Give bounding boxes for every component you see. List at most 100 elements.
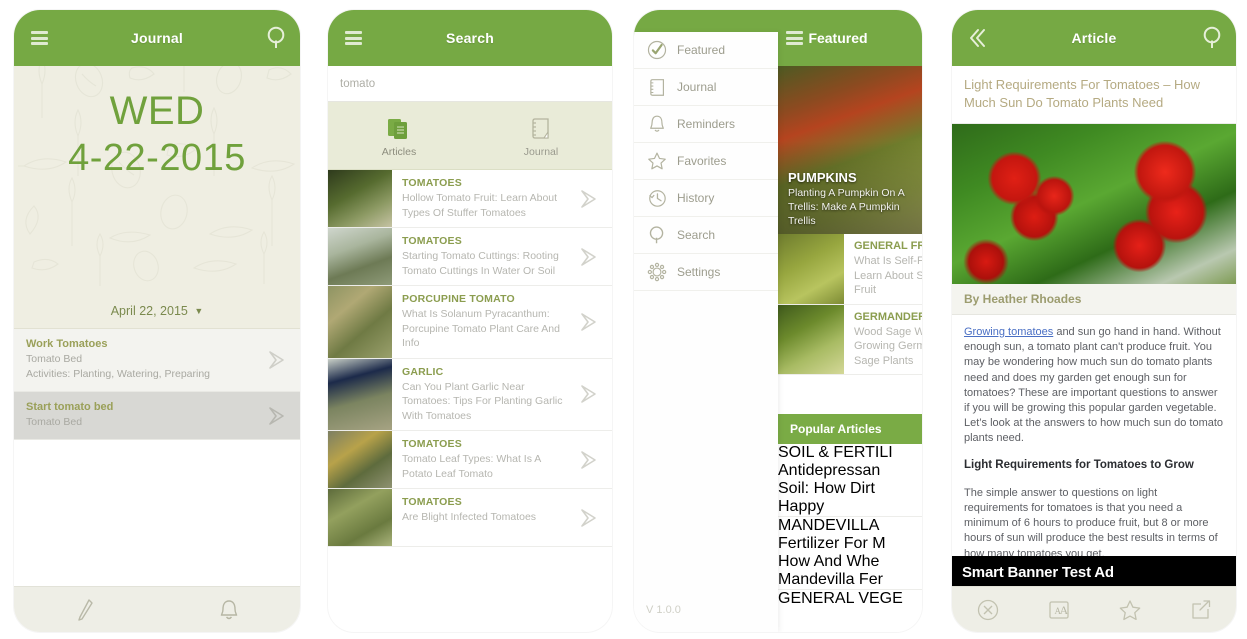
sidebar-item-label: Settings bbox=[677, 265, 721, 279]
reminders-button[interactable] bbox=[214, 595, 244, 625]
close-button[interactable] bbox=[973, 595, 1003, 625]
bell-icon bbox=[650, 115, 664, 132]
list-item[interactable]: GENERAL VEGE bbox=[778, 590, 922, 620]
article-line: Antidepressan bbox=[778, 462, 881, 479]
date-selector-label: April 22, 2015 bbox=[110, 304, 188, 318]
share-button[interactable] bbox=[1186, 595, 1216, 625]
list-item[interactable]: GENERAL FRUIT What Is Self-Fru Learn Abo… bbox=[778, 234, 922, 305]
ad-banner[interactable]: Smart Banner Test Ad bbox=[952, 556, 1236, 586]
sidebar-item-settings[interactable]: Settings bbox=[634, 254, 778, 291]
articles-icon bbox=[388, 118, 407, 139]
sidebar-item-label: History bbox=[677, 191, 715, 205]
article-paragraph: The simple answer to questions on light … bbox=[964, 486, 1218, 560]
app-version: V 1.0.0 bbox=[646, 604, 681, 616]
entry-bed: Tomato Bed bbox=[26, 353, 83, 365]
tab-journal[interactable]: Journal bbox=[470, 102, 612, 169]
sidebar-item-reminders[interactable]: Reminders bbox=[634, 106, 778, 143]
date-selector[interactable]: April 22, 2015 ▼ bbox=[14, 298, 300, 329]
article-screen: Article Light Requirements For Tomatoes … bbox=[952, 10, 1236, 632]
result-thumbnail bbox=[328, 489, 392, 546]
sidebar-item-featured[interactable]: Featured bbox=[634, 32, 778, 69]
article-title: Light Requirements For Tomatoes – How Mu… bbox=[952, 66, 1236, 124]
search-results-list: TOMATOES Hollow Tomato Fruit: Learn Abou… bbox=[328, 170, 612, 547]
list-item[interactable]: GERMANDER Wood Sage W Growing Germ Sage … bbox=[778, 304, 922, 375]
chevron-right-icon bbox=[581, 385, 596, 404]
paragraph-text: and sun go hand in hand. Without enough … bbox=[964, 326, 1224, 445]
article-line: Fruit bbox=[854, 284, 876, 296]
entry-title: Start tomato bed bbox=[26, 401, 114, 413]
day-of-week: WED bbox=[109, 89, 205, 133]
list-item[interactable]: MANDEVILLA Fertilizer For M How And Whe … bbox=[778, 517, 922, 590]
chevron-right-icon bbox=[581, 189, 596, 208]
article-line: Happy bbox=[778, 498, 825, 515]
search-field[interactable] bbox=[328, 66, 612, 102]
search-button[interactable] bbox=[262, 24, 290, 52]
sidebar-item-history[interactable]: History bbox=[634, 180, 778, 217]
list-item[interactable]: TOMATOES Starting Tomato Cuttings: Rooti… bbox=[328, 228, 612, 286]
share-icon bbox=[1191, 599, 1210, 619]
side-drawer: Featured Journal Reminders Favorites His… bbox=[634, 32, 778, 632]
sidebar-item-favorites[interactable]: Favorites bbox=[634, 143, 778, 180]
list-item[interactable]: TOMATOES Hollow Tomato Fruit: Learn Abou… bbox=[328, 170, 612, 228]
favorite-button[interactable] bbox=[1115, 595, 1145, 625]
hero-caption: PUMPKINS Planting A Pumpkin On A Trellis… bbox=[788, 169, 914, 228]
result-category: TOMATOES bbox=[402, 177, 462, 189]
result-thumbnail bbox=[328, 228, 392, 285]
article-paragraph: Growing tomatoes and sun go hand in hand… bbox=[964, 325, 1224, 447]
article-subheading: Light Requirements for Tomatoes to Grow bbox=[964, 458, 1194, 471]
article-line: Learn About Se bbox=[854, 269, 922, 282]
result-title: What Is Solanum Pyracanthum: Porcupine T… bbox=[402, 308, 560, 349]
star-icon bbox=[648, 152, 666, 170]
search-icon bbox=[267, 26, 285, 48]
article-category: GERMANDER bbox=[854, 310, 922, 323]
search-button[interactable] bbox=[1198, 24, 1226, 52]
sidebar-item-label: Search bbox=[677, 228, 716, 242]
article-body: Growing tomatoes and sun go hand in hand… bbox=[952, 315, 1236, 579]
article-category: MANDEVILLA bbox=[778, 517, 880, 534]
sidebar-item-label: Featured bbox=[677, 43, 726, 57]
new-entry-button[interactable] bbox=[71, 595, 101, 625]
list-item[interactable]: Work Tomatoes Tomato Bed Activities: Pla… bbox=[14, 329, 300, 392]
search-icon bbox=[1203, 26, 1221, 48]
result-tabs: Articles Journal bbox=[328, 102, 612, 170]
list-item[interactable]: Start tomato bed Tomato Bed bbox=[14, 392, 300, 440]
menu-drawer-screen: Featured PUMPKINS Planting A Pumpkin On … bbox=[634, 10, 922, 632]
list-item[interactable]: TOMATOES Tomato Leaf Types: What Is A Po… bbox=[328, 431, 612, 489]
article-line: Soil: How Dirt bbox=[778, 480, 875, 497]
inline-link[interactable]: Growing tomatoes bbox=[964, 326, 1053, 338]
chevron-right-icon bbox=[581, 247, 596, 266]
search-input[interactable] bbox=[340, 77, 600, 90]
pencil-icon bbox=[77, 598, 93, 621]
entry-activities: Activities: Planting, Watering, Preparin… bbox=[26, 368, 211, 380]
list-item[interactable]: PORCUPINE TOMATO What Is Solanum Pyracan… bbox=[328, 286, 612, 359]
check-circle-icon bbox=[647, 40, 667, 60]
journal-hero: WED 4-22-2015 bbox=[14, 66, 300, 298]
search-navbar: Search bbox=[328, 10, 612, 66]
hero-date: WED 4-22-2015 bbox=[14, 66, 300, 182]
result-category: TOMATOES bbox=[402, 496, 462, 508]
list-item[interactable]: SOIL & FERTILI Antidepressan Soil: How D… bbox=[778, 444, 922, 517]
result-thumbnail bbox=[328, 358, 392, 430]
date-numeric: 4-22-2015 bbox=[68, 137, 246, 179]
journal-icon bbox=[532, 117, 549, 139]
tab-label: Journal bbox=[523, 145, 559, 158]
list-item[interactable]: TOMATOES Are Blight Infected Tomatoes bbox=[328, 489, 612, 547]
list-item[interactable]: GARLIC Can You Plant Garlic Near Tomatoe… bbox=[328, 358, 612, 431]
result-category: GARLIC bbox=[402, 365, 444, 378]
clock-icon bbox=[649, 190, 666, 207]
featured-article-list: GENERAL FRUIT What Is Self-Fru Learn Abo… bbox=[778, 234, 922, 375]
sidebar-item-journal[interactable]: Journal bbox=[634, 69, 778, 106]
chevron-right-icon bbox=[581, 312, 596, 331]
article-line: Wood Sage W bbox=[854, 325, 922, 338]
sidebar-item-search[interactable]: Search bbox=[634, 217, 778, 254]
page-title: Article bbox=[1071, 30, 1117, 46]
font-size-button[interactable]: A A bbox=[1044, 595, 1074, 625]
featured-hero[interactable]: PUMPKINS Planting A Pumpkin On A Trellis… bbox=[778, 66, 922, 234]
article-thumbnail bbox=[778, 234, 844, 304]
chevron-right-icon bbox=[269, 351, 284, 369]
result-category: PORCUPINE TOMATO bbox=[402, 293, 515, 305]
result-thumbnail bbox=[328, 286, 392, 358]
tab-articles[interactable]: Articles bbox=[328, 102, 470, 169]
result-title: Starting Tomato Cuttings: Rooting Tomato… bbox=[402, 250, 559, 277]
sidebar-item-label: Favorites bbox=[677, 154, 727, 168]
